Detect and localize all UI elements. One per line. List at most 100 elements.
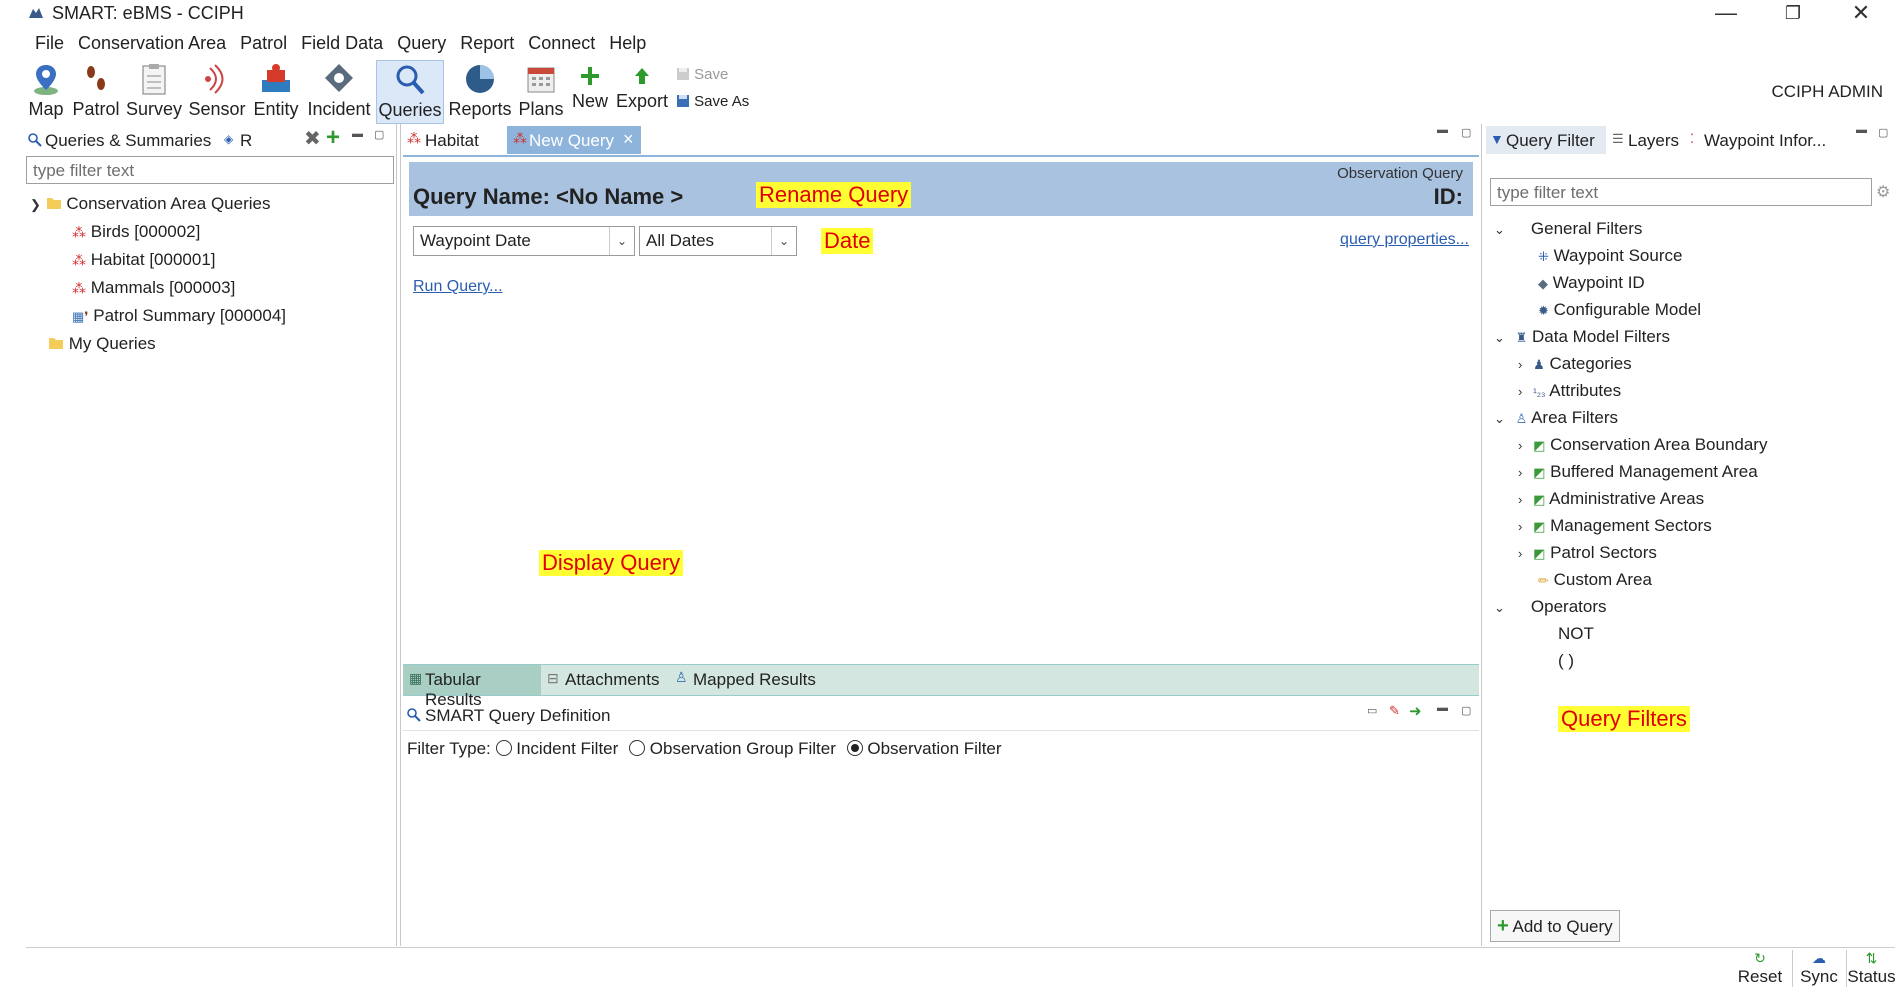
tree-item-mammals[interactable]: ⁂ Mammals [000003] [72,278,235,298]
radio-observation-filter[interactable]: Observation Filter [846,739,1002,758]
left-filter-input[interactable]: type filter text [26,156,394,184]
save-as-button[interactable]: Save As [676,93,749,110]
filter-waypoint-id[interactable]: ◆ Waypoint ID [1538,273,1645,293]
tab-queries-summaries[interactable]: Queries & Summaries [45,131,211,151]
filter-conservation-area-boundary[interactable]: › ◩ Conservation Area Boundary [1518,435,1767,455]
tree-general-filters[interactable]: ⌄ General Filters [1494,219,1642,239]
maximize-panel-icon[interactable]: ▢ [1461,126,1471,139]
add-to-query-button[interactable]: + Add to Query [1490,910,1620,942]
save-button[interactable]: Save [676,66,728,83]
filter-configurable-model[interactable]: ✹ Configurable Model [1538,300,1701,320]
maximize-panel-icon[interactable]: ▢ [1878,126,1888,139]
radio-observation-group-filter[interactable]: Observation Group Filter [629,739,836,758]
reset-button[interactable]: ↻ Reset [1732,950,1788,987]
map-button[interactable]: Map [26,60,66,122]
chevron-down-icon[interactable]: ⌄ [1494,330,1505,345]
tree-conservation-area-queries[interactable]: ❯ Conservation Area Queries [30,194,270,214]
filter-custom-area[interactable]: ✏ Custom Area [1538,570,1652,590]
tab-layers[interactable]: ☰ Layers [1610,126,1690,154]
filter-waypoint-source[interactable]: ⁜ Waypoint Source [1538,246,1682,266]
delete-icon[interactable]: ✖ [304,126,321,151]
queries-button[interactable]: Queries [376,60,444,124]
minimize-button[interactable]: — [1700,0,1752,26]
tab-r[interactable]: R [240,131,252,151]
tree-item-birds[interactable]: ⁂ Birds [000002] [72,222,200,242]
save-definition-icon[interactable]: ▭ [1367,704,1377,717]
tab-new-query[interactable]: ⁂ New Query × [507,126,641,154]
minimize-panel-icon[interactable]: ▬ [352,128,363,140]
tab-waypoint-info[interactable]: ⁚ Waypoint Infor... [1688,126,1838,154]
tree-data-model-filters[interactable]: ⌄ ♜ Data Model Filters [1494,327,1670,347]
tab-attachments[interactable]: ⊟ Attachments [547,665,669,695]
menu-connect[interactable]: Connect [521,30,602,56]
filter-attributes[interactable]: › ¹₂₃ Attributes [1518,381,1621,401]
tree-operators[interactable]: ⌄ Operators [1494,597,1607,617]
arrow-right-icon[interactable]: ➜ [1409,702,1422,720]
eraser-icon[interactable]: ✎ [1389,703,1400,719]
minimize-panel-icon[interactable]: ▬ [1856,124,1867,136]
menu-conservation-area[interactable]: Conservation Area [71,30,233,56]
plans-button[interactable]: Plans [516,60,566,122]
maximize-panel-icon[interactable]: ▢ [1461,704,1471,717]
add-icon[interactable]: + [326,124,340,152]
tree-item-patrol-summary[interactable]: ▦❜ Patrol Summary [000004] [72,306,286,326]
chevron-right-icon[interactable]: › [1518,384,1522,399]
reports-button[interactable]: Reports [446,60,514,122]
sensor-button[interactable]: Sensor [188,60,246,122]
menu-field-data[interactable]: Field Data [294,30,390,56]
operator-parentheses[interactable]: ( ) [1558,651,1574,671]
run-query-link[interactable]: Run Query... [413,278,503,296]
menu-report[interactable]: Report [453,30,521,56]
chevron-right-icon[interactable]: › [1518,438,1522,453]
status-button[interactable]: ⇅ Status [1846,950,1895,987]
patrol-button[interactable]: Patrol [70,60,122,122]
menu-file[interactable]: File [28,30,71,56]
sync-button[interactable]: ☁ Sync [1792,950,1845,987]
chevron-right-icon[interactable]: › [1518,465,1522,480]
minimize-panel-icon[interactable]: ▬ [1437,702,1448,714]
chevron-down-icon: ⌄ [609,227,634,255]
export-button[interactable]: Export [614,60,670,122]
filter-administrative-areas[interactable]: › ◩ Administrative Areas [1518,489,1704,509]
close-tab-icon[interactable]: × [623,129,634,150]
radio-incident-filter[interactable]: Incident Filter [495,739,618,758]
date-field-select[interactable]: Waypoint Date ⌄ [413,226,635,256]
close-button[interactable]: ✕ [1835,0,1887,26]
chevron-right-icon[interactable]: › [1518,492,1522,507]
menu-query[interactable]: Query [390,30,453,56]
filter-patrol-sectors[interactable]: › ◩ Patrol Sectors [1518,543,1657,563]
tab-tabular-results[interactable]: ▦ Tabular Results [403,665,541,709]
new-button[interactable]: New [570,60,610,122]
query-name[interactable]: Query Name: <No Name > [413,184,683,210]
tree-item-habitat[interactable]: ⁂ Habitat [000001] [72,250,216,270]
chevron-right-icon[interactable]: › [1518,546,1522,561]
date-range-select[interactable]: All Dates ⌄ [639,226,797,256]
chevron-right-icon[interactable]: › [1518,357,1522,372]
entity-button[interactable]: Entity [250,60,302,122]
chevron-down-icon[interactable]: ❯ [30,197,41,212]
chevron-down-icon[interactable]: ⌄ [1494,222,1505,237]
tree-area-filters[interactable]: ⌄ ♙ Area Filters [1494,408,1618,428]
incident-button[interactable]: Incident [306,60,372,122]
filter-management-sectors[interactable]: › ◩ Management Sectors [1518,516,1712,536]
query-properties-link[interactable]: query properties... [1340,231,1469,249]
survey-button[interactable]: Survey [124,60,184,122]
magnifier-icon [396,65,425,95]
chevron-down-icon[interactable]: ⌄ [1494,600,1505,615]
chevron-down-icon[interactable]: ⌄ [1494,411,1505,426]
menu-patrol[interactable]: Patrol [233,30,294,56]
tab-mapped-results[interactable]: ♙ Mapped Results [675,665,825,695]
operator-not[interactable]: NOT [1558,624,1594,644]
menu-help[interactable]: Help [602,30,653,56]
tree-my-queries[interactable]: My Queries [48,334,156,354]
filter-categories[interactable]: › ♟ Categories [1518,354,1632,374]
settings-icon[interactable]: ⚙ [1876,182,1890,202]
tab-query-filter[interactable]: ▼ Query Filter [1486,126,1606,154]
restore-button[interactable]: ❐ [1767,0,1819,26]
maximize-panel-icon[interactable]: ▢ [374,128,384,141]
minimize-panel-icon[interactable]: ▬ [1437,124,1448,136]
filter-buffered-management-area[interactable]: › ◩ Buffered Management Area [1518,462,1758,482]
tab-habitat[interactable]: ⁂ Habitat [403,126,493,154]
chevron-right-icon[interactable]: › [1518,519,1522,534]
right-filter-input[interactable]: type filter text [1490,178,1872,206]
